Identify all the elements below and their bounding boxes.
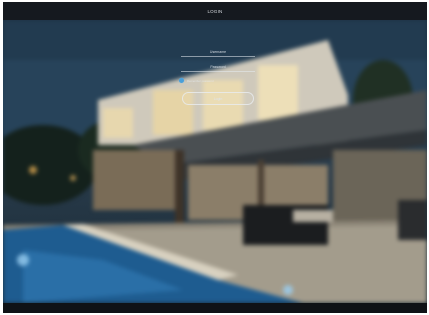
- login-form: Remember password Login: [179, 47, 259, 111]
- page-title: LOGIN: [207, 8, 223, 14]
- remember-password-toggle[interactable]: Remember password: [179, 78, 214, 83]
- remember-label: Remember password: [187, 78, 214, 83]
- app-window: LOGIN Username Remember password Login: [3, 2, 427, 313]
- bottom-bar: [3, 303, 427, 313]
- login-button[interactable]: Login: [182, 92, 254, 105]
- remember-checkbox[interactable]: [179, 78, 184, 83]
- username-field[interactable]: [181, 47, 255, 57]
- background-image: Remember password Login: [3, 20, 427, 303]
- title-bar: LOGIN: [3, 2, 427, 20]
- password-field[interactable]: [181, 62, 255, 72]
